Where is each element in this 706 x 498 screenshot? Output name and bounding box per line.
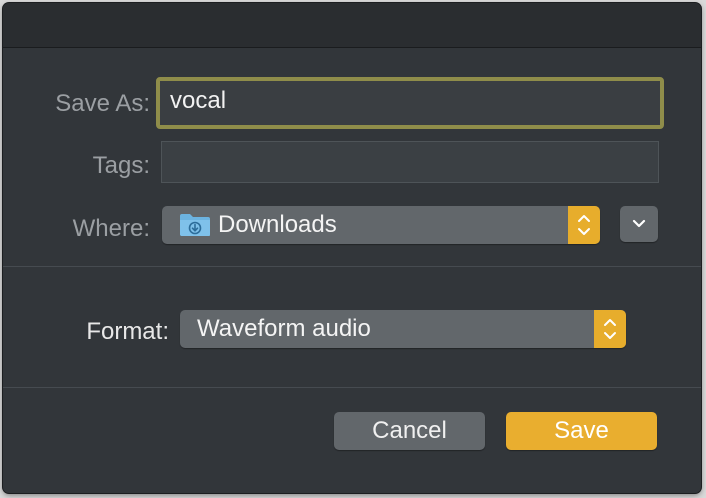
where-popup-button[interactable]: Downloads bbox=[162, 206, 600, 244]
format-label: Format: bbox=[86, 318, 169, 345]
save-as-input[interactable]: vocal bbox=[156, 77, 664, 129]
downloads-folder-icon bbox=[179, 213, 211, 244]
chevron-down-icon bbox=[632, 219, 646, 228]
dialog-titlebar bbox=[3, 3, 701, 48]
save-as-label: Save As: bbox=[55, 90, 150, 117]
save-button[interactable]: Save bbox=[506, 412, 657, 450]
where-label: Where: bbox=[72, 215, 150, 242]
cancel-button[interactable]: Cancel bbox=[334, 412, 485, 450]
where-popup-value: Downloads bbox=[218, 211, 337, 238]
save-dialog: Save As: vocal Tags: Where: Downloads Fo… bbox=[3, 3, 701, 493]
separator bbox=[3, 266, 701, 267]
separator bbox=[3, 387, 701, 388]
format-popup-value: Waveform audio bbox=[197, 315, 371, 342]
format-stepper bbox=[594, 310, 626, 348]
expand-dialog-button[interactable] bbox=[620, 206, 658, 242]
where-stepper bbox=[568, 206, 600, 244]
tags-label: Tags: bbox=[92, 152, 150, 179]
up-down-arrows-icon bbox=[578, 215, 590, 235]
tags-input[interactable] bbox=[161, 141, 659, 183]
format-popup-button[interactable]: Waveform audio bbox=[180, 310, 626, 348]
up-down-arrows-icon bbox=[604, 319, 616, 339]
